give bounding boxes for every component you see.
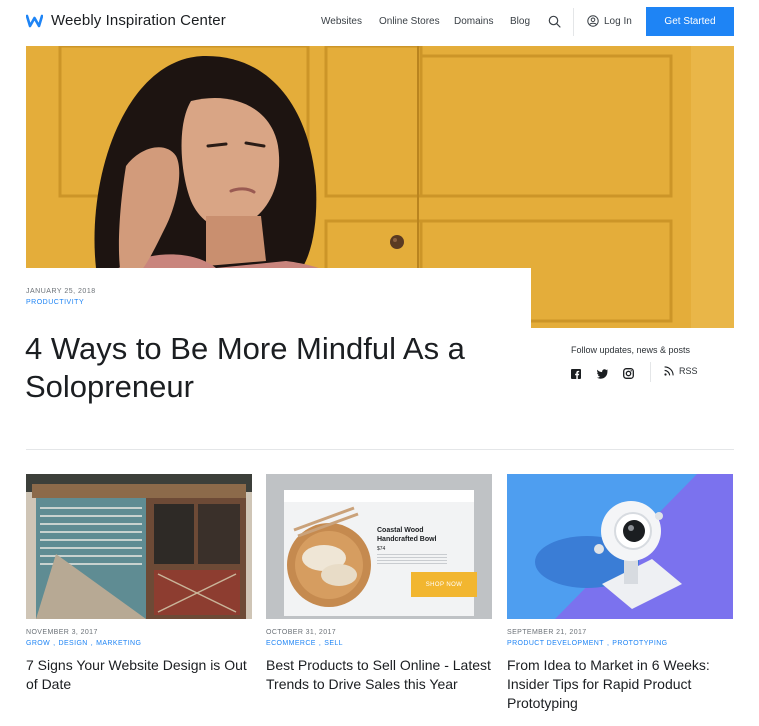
brand-name: Weebly Inspiration Center: [51, 12, 226, 29]
instagram-icon[interactable]: [623, 366, 634, 384]
robot-illustration: [507, 474, 733, 619]
weebly-logo-icon: [26, 14, 43, 27]
mock-product-name: Coastal Wood Handcrafted Bowl: [377, 527, 437, 543]
article-card[interactable]: Coastal Wood Handcrafted Bowl $74 SHOP N…: [266, 474, 492, 694]
card-tags: PRODUCT DEVELOPMENT, PROTOTYPING: [507, 640, 668, 647]
card-title[interactable]: Best Products to Sell Online - Latest Tr…: [266, 656, 492, 694]
tag-link[interactable]: DESIGN: [59, 640, 88, 647]
nav-websites[interactable]: Websites: [321, 16, 362, 27]
follow-label: Follow updates, news & posts: [571, 345, 691, 355]
tag-link[interactable]: ECOMMERCE: [266, 640, 316, 647]
rss-icon: [664, 366, 674, 376]
tag-link[interactable]: PRODUCT DEVELOPMENT: [507, 640, 604, 647]
search-icon[interactable]: [548, 15, 561, 33]
card-tags: GROW, DESIGN, MARKETING: [26, 640, 142, 647]
get-started-button[interactable]: Get Started: [646, 7, 734, 36]
login-label: Log In: [604, 15, 632, 27]
tag-link[interactable]: SELL: [324, 640, 343, 647]
card-title[interactable]: 7 Signs Your Website Design is Out of Da…: [26, 656, 252, 694]
header-divider: [573, 8, 574, 36]
rss-label: RSS: [679, 366, 698, 376]
card-image[interactable]: Coastal Wood Handcrafted Bowl $74 SHOP N…: [266, 474, 492, 619]
rss-link[interactable]: RSS: [664, 366, 698, 376]
card-date: OCTOBER 31, 2017: [266, 629, 337, 636]
follow-divider: [650, 362, 651, 382]
site-header: Weebly Inspiration Center Websites Onlin…: [0, 0, 759, 44]
card-date: NOVEMBER 3, 2017: [26, 629, 98, 636]
facebook-icon[interactable]: [571, 366, 581, 384]
hero-text-panel: [0, 268, 531, 328]
article-card[interactable]: SEPTEMBER 21, 2017 PRODUCT DEVELOPMENT, P…: [507, 474, 733, 713]
nav-online-stores[interactable]: Online Stores: [379, 16, 440, 27]
section-divider: [26, 449, 734, 450]
hero-category[interactable]: PRODUCTIVITY: [26, 299, 84, 306]
store-mockup: Coastal Wood Handcrafted Bowl $74 SHOP N…: [284, 490, 477, 616]
tag-link[interactable]: PROTOTYPING: [612, 640, 667, 647]
nav-domains[interactable]: Domains: [454, 16, 493, 27]
mock-price: $74: [377, 546, 386, 552]
hero-date: JANUARY 25, 2018: [26, 288, 96, 295]
card-image[interactable]: [507, 474, 733, 619]
tag-link[interactable]: MARKETING: [96, 640, 141, 647]
hero-title[interactable]: 4 Ways to Be More Mindful As a Soloprene…: [25, 330, 525, 406]
tag-link[interactable]: GROW: [26, 640, 50, 647]
twitter-icon[interactable]: [597, 366, 608, 384]
login-link[interactable]: Log In: [587, 15, 632, 27]
storefront-photo: [26, 474, 252, 619]
card-title[interactable]: From Idea to Market in 6 Weeks: Insider …: [507, 656, 733, 713]
card-image[interactable]: [26, 474, 252, 619]
mock-description: [377, 554, 447, 566]
card-tags: ECOMMERCE, SELL: [266, 640, 343, 647]
mock-shop-button: SHOP NOW: [411, 572, 477, 597]
user-icon: [587, 15, 599, 27]
brand[interactable]: Weebly Inspiration Center: [26, 12, 226, 29]
article-card[interactable]: NOVEMBER 3, 2017 GROW, DESIGN, MARKETING 7…: [26, 474, 252, 694]
nav-blog[interactable]: Blog: [510, 16, 530, 27]
food-photo: [284, 490, 474, 607]
card-date: SEPTEMBER 21, 2017: [507, 629, 587, 636]
